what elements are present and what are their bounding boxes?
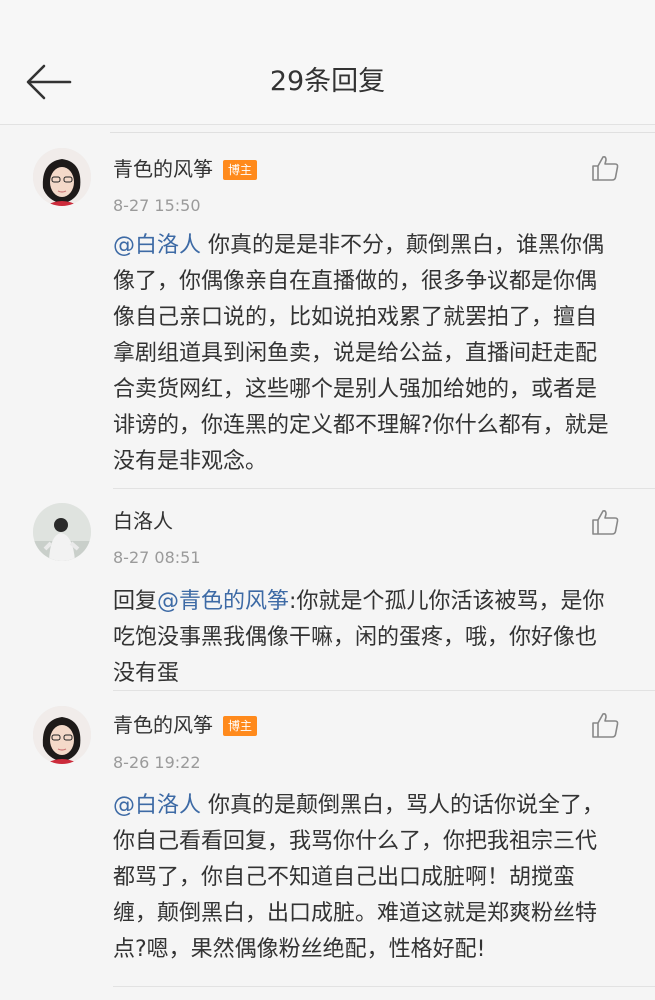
divider [113,488,655,489]
reply-prefix: 回复 [113,589,158,614]
like-button[interactable] [590,710,620,740]
thumbs-up-icon [592,156,619,181]
comment-body: 你真的是是非不分，颠倒黑白，谁黑你偶像了，你偶像亲自在直播做的，很多争议都是你偶… [113,233,609,474]
author-name-text: 青色的风筝 [113,157,213,181]
comment-text: 回复@青色的风筝:你就是个孤儿你活该被骂，是你吃饱没事黑我偶像干嘛，闲的蛋疼，哦… [113,584,613,692]
header-bar: 29条回复 [0,0,655,125]
page-title: 29条回复 [269,66,386,97]
avatar[interactable] [33,148,91,206]
author-name-text: 白洛人 [113,509,173,533]
thumbs-up-icon [592,510,619,535]
like-button[interactable] [590,153,620,183]
comment-body: 你真的是颠倒黑白，骂人的话你说全了，你自己看看回复，我骂你什么了，你把我祖宗三代… [113,793,605,962]
comment-time: 8-26 19:22 [113,753,201,772]
comment-time: 8-27 08:51 [113,548,201,567]
mention-link[interactable]: @白洛人 [113,233,201,258]
mention-link[interactable]: @青色的风筝 [157,589,289,614]
author-name-text: 青色的风筝 [113,713,213,737]
blogger-badge: 博主 [223,716,258,736]
divider [113,690,655,691]
mention-link[interactable]: @白洛人 [113,793,201,818]
comment-time: 8-27 15:50 [113,196,201,215]
author-name[interactable]: 白洛人 [113,507,173,535]
blogger-badge: 博主 [223,160,258,180]
comment-text: @白洛人 你真的是是非不分，颠倒黑白，谁黑你偶像了，你偶像亲自在直播做的，很多争… [113,228,613,480]
avatar[interactable] [33,706,91,764]
author-name[interactable]: 青色的风筝 博主 [113,711,258,739]
thumbs-up-icon [592,713,619,738]
author-name[interactable]: 青色的风筝 博主 [113,155,258,183]
like-button[interactable] [590,507,620,537]
divider [113,986,655,987]
divider [110,132,655,133]
avatar[interactable] [33,503,91,561]
comment-text: @白洛人 你真的是颠倒黑白，骂人的话你说全了，你自己看看回复，我骂你什么了，你把… [113,788,613,968]
